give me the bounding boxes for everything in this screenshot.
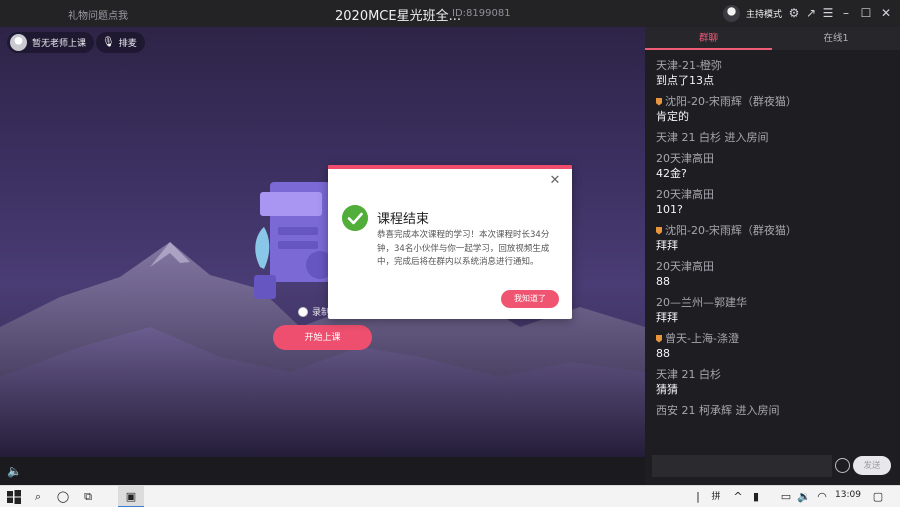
send-button[interactable]: 发送 <box>853 456 891 475</box>
system-notice: 天津 21 白杉 进入房间 <box>656 131 769 144</box>
success-check-icon <box>342 205 368 231</box>
sender-name: 20天津高田 <box>656 260 714 273</box>
classroom-app-icon: ▣ <box>125 490 137 503</box>
chat-panel: 群聊 在线1 天津-21-橙弥 到点了13点 沈阳-20-宋雨辉（群夜猫） 肯定… <box>645 27 900 485</box>
member-badge-icon <box>656 226 662 235</box>
app-window: 礼物问题点我 2020MCE星光班全... ID:8199081 主持模式 ⚙ … <box>0 0 900 507</box>
sender-name: 天津 21 白杉 <box>656 368 721 381</box>
course-end-dialog: ✕ 课程结束 恭喜完成本次课程的学习！本次课程时长34分钟，34名小伙伴与你一起… <box>328 165 572 319</box>
sender-name: 20天津高田 <box>656 152 714 165</box>
message-text: 肯定的 <box>656 110 689 123</box>
room-id: ID:8199081 <box>452 8 511 19</box>
chevron-up-icon[interactable]: ^ <box>730 489 746 505</box>
teacher-avatar <box>10 34 27 51</box>
tab-online[interactable]: 在线1 <box>772 27 900 50</box>
dialog-close-icon[interactable]: ✕ <box>548 174 562 188</box>
message-text: 101? <box>656 203 683 216</box>
list-item: 曾天-上海-涤澄 88 <box>656 331 891 361</box>
mic-icon: 🎙 <box>102 37 115 48</box>
maximize-icon[interactable]: ☐ <box>858 5 874 21</box>
list-item: 天津 21 白杉 猜猜 <box>656 367 891 397</box>
message-text: 88 <box>656 275 670 288</box>
taskbar-app-classroom[interactable]: ▣ <box>118 486 144 507</box>
queue-button[interactable]: 🎙 排麦 <box>96 32 145 53</box>
window-title: 2020MCE星光班全... <box>335 9 461 24</box>
chat-tabs: 群聊 在线1 <box>645 27 900 50</box>
list-item: 20天津高田 88 <box>656 259 891 289</box>
member-badge-icon <box>656 97 662 106</box>
emoji-icon[interactable] <box>835 458 850 473</box>
task-view-icon[interactable]: ⧉ <box>80 489 96 505</box>
chat-compose-bar: 发送 <box>652 455 896 477</box>
sender-name: 20天津高田 <box>656 188 714 201</box>
wifi-icon[interactable]: ◠ <box>814 489 830 505</box>
member-badge-icon <box>656 334 662 343</box>
list-item: 20天津高田 42金? <box>656 151 891 181</box>
menu-icon[interactable]: ☰ <box>820 5 836 21</box>
gift-help-link[interactable]: 礼物问题点我 <box>68 7 128 22</box>
speaker-icon[interactable]: 🔈 <box>7 463 23 479</box>
record-radio[interactable] <box>298 306 308 317</box>
sender-name: 沈阳-20-宋雨辉（群夜猫） <box>665 224 797 237</box>
pen-icon[interactable]: | <box>690 489 706 505</box>
acknowledge-button[interactable]: 我知道了 <box>501 290 559 308</box>
notification-icon[interactable]: ▢ <box>870 489 886 505</box>
list-item: 天津 21 白杉 进入房间 <box>656 130 891 145</box>
list-item: 20天津高田 101? <box>656 187 891 217</box>
start-class-button[interactable]: 开始上课 <box>273 325 372 350</box>
list-item: 西安 21 柯承辉 进入房间 <box>656 403 891 418</box>
search-icon[interactable]: ⌕ <box>30 489 46 505</box>
list-item: 沈阳-20-宋雨辉（群夜猫） 拜拜 <box>656 223 891 253</box>
os-taskbar: ⌕ ◯ ⧉ ▣ | 拼 ^ ▮ ▭ 🔉 ◠ 13:09 ▢ <box>0 485 900 507</box>
queue-label: 排麦 <box>118 39 137 49</box>
windows-start-icon[interactable] <box>6 489 22 505</box>
tab-group-chat[interactable]: 群聊 <box>645 27 772 50</box>
host-mode-label: 主持模式 <box>746 10 783 20</box>
message-text: 猜猜 <box>656 383 678 396</box>
message-text: 拜拜 <box>656 239 678 252</box>
minimize-icon[interactable]: – <box>838 5 854 21</box>
teacher-status-text: 暂无老师上课 <box>32 39 87 49</box>
ime-indicator[interactable]: 拼 <box>708 489 724 505</box>
sender-name: 20—兰州—郭建华 <box>656 296 747 309</box>
close-icon[interactable]: ✕ <box>878 5 894 21</box>
message-list: 天津-21-橙弥 到点了13点 沈阳-20-宋雨辉（群夜猫） 肯定的 天津 21… <box>656 58 891 424</box>
list-item: 沈阳-20-宋雨辉（群夜猫） 肯定的 <box>656 94 891 124</box>
host-avatar <box>723 5 740 22</box>
cortana-icon[interactable]: ◯ <box>55 489 71 505</box>
dialog-message: 恭喜完成本次课程的学习！本次课程时长34分钟，34名小伙伴与你一起学习，回放视频… <box>377 230 550 267</box>
message-text: 拜拜 <box>656 311 678 324</box>
system-notice: 西安 21 柯承辉 进入房间 <box>656 404 780 417</box>
clock[interactable]: 13:09 <box>835 490 861 500</box>
volume-icon[interactable]: 🔉 <box>796 489 812 505</box>
message-text: 42金? <box>656 167 687 180</box>
chat-input[interactable] <box>652 455 832 477</box>
dialog-title: 课程结束 <box>377 212 430 227</box>
teacher-status-pill: 暂无老师上课 <box>7 32 95 53</box>
classroom-control-bar: 🔈 <box>0 457 645 485</box>
list-item: 20—兰州—郭建华 拜拜 <box>656 295 891 325</box>
host-mode-toggle[interactable]: 主持模式 <box>723 4 782 23</box>
list-item: 天津-21-橙弥 到点了13点 <box>656 58 891 88</box>
title-bar: 礼物问题点我 2020MCE星光班全... ID:8199081 主持模式 ⚙ … <box>0 0 900 27</box>
record-option[interactable]: 录制 <box>298 305 330 318</box>
sender-name: 沈阳-20-宋雨辉（群夜猫） <box>665 95 797 108</box>
sender-name: 曾天-上海-涤澄 <box>665 332 739 345</box>
message-text: 88 <box>656 347 670 360</box>
sender-name: 天津-21-橙弥 <box>656 59 722 72</box>
message-text: 到点了13点 <box>656 74 714 87</box>
dialog-accent-bar <box>328 165 572 169</box>
settings-icon[interactable]: ⚙ <box>786 5 802 21</box>
classroom-illustration <box>254 182 334 299</box>
share-icon[interactable]: ↗ <box>803 5 819 21</box>
battery-icon[interactable]: ▭ <box>778 489 794 505</box>
usb-icon[interactable]: ▮ <box>748 489 764 505</box>
